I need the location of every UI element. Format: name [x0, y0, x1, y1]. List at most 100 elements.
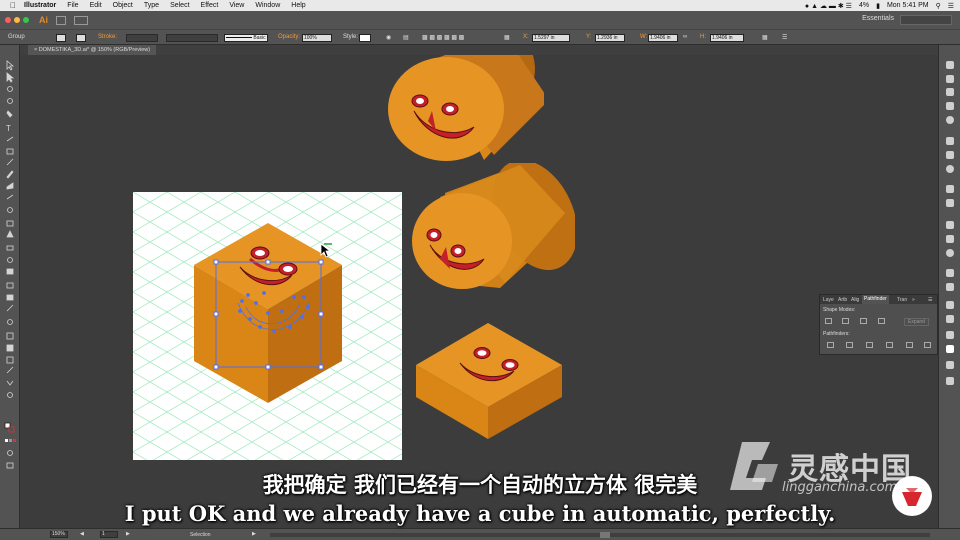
dock-icon-transparency[interactable]	[946, 199, 954, 207]
tab-pathfinder[interactable]: Pathfinder	[862, 295, 889, 304]
dock-icon-layers[interactable]	[946, 301, 954, 309]
link-proportions-icon[interactable]: ∞	[683, 34, 687, 40]
dock-icon-gradient[interactable]	[946, 185, 954, 193]
outline-button[interactable]	[906, 342, 913, 348]
stroke-label[interactable]: Stroke:	[98, 34, 117, 40]
dock-icon-character[interactable]	[946, 221, 954, 229]
minus-front-button[interactable]	[842, 318, 849, 324]
apple-icon[interactable]: 	[10, 1, 16, 10]
dock-icon-pathfinder[interactable]	[946, 345, 954, 353]
tab-layers[interactable]: Laye	[823, 297, 834, 303]
dock-icon-links[interactable]	[946, 331, 954, 339]
dock-icon-opentype[interactable]	[946, 249, 954, 257]
cylinder-middle[interactable]	[410, 163, 575, 293]
dock-icon-symbols[interactable]	[946, 102, 954, 110]
exclude-button[interactable]	[878, 318, 885, 324]
menu-clock[interactable]: Mon 5:41 PM	[887, 2, 929, 9]
bridge-icon[interactable]	[56, 15, 66, 25]
divide-button[interactable]	[827, 342, 834, 348]
menu-effect[interactable]: Effect	[201, 2, 219, 9]
x-field[interactable]: 1.5297 in	[532, 34, 570, 42]
dock-icon-transform[interactable]	[946, 283, 954, 291]
status-arrow-icon[interactable]: ▶	[252, 531, 256, 537]
opacity-label[interactable]: Opacity:	[278, 34, 300, 40]
menu-help[interactable]: Help	[291, 2, 305, 9]
brush-select[interactable]: Basic	[224, 34, 268, 42]
scrollbar-thumb[interactable]	[600, 532, 610, 538]
distribute-icons[interactable]: ▩ ▩ ▩ ▩ ▩ ▩	[422, 34, 464, 41]
workspace-switcher[interactable]: Essentials	[862, 15, 894, 22]
dock-icon-align[interactable]	[946, 269, 954, 277]
dock-icon-asset-export[interactable]	[946, 377, 954, 385]
stroke-weight-field[interactable]	[126, 34, 158, 42]
artboard-number-field[interactable]: 1	[100, 531, 118, 538]
help-search-input[interactable]	[900, 15, 952, 25]
battery-icon[interactable]: ▮	[876, 2, 880, 10]
menu-app[interactable]: Illustrator	[24, 2, 56, 9]
artboard-next-icon[interactable]: ▶	[126, 531, 130, 537]
w-label[interactable]: W:	[640, 34, 647, 40]
unite-button[interactable]	[825, 318, 832, 324]
dock-icon-paragraph[interactable]	[946, 235, 954, 243]
document-tab[interactable]: × DOMESTIKA_3D.ai* @ 150% (RGB/Preview)	[28, 45, 157, 55]
dock-icon-brushes[interactable]	[946, 88, 954, 96]
recolor-icon[interactable]: ◉	[386, 34, 391, 41]
tab-align[interactable]: Alig	[851, 297, 859, 303]
artboard-prev-icon[interactable]: ◀	[80, 531, 84, 537]
search-icon[interactable]: ⚲	[936, 2, 941, 10]
menu-window[interactable]: Window	[255, 2, 280, 9]
menu-object[interactable]: Object	[113, 2, 133, 9]
merge-button[interactable]	[866, 342, 873, 348]
minus-back-button[interactable]	[924, 342, 931, 348]
w-field[interactable]: 1.9406 in	[648, 34, 678, 42]
opacity-field[interactable]: 100%	[302, 34, 332, 42]
close-button[interactable]	[5, 17, 11, 23]
trim-button[interactable]	[846, 342, 853, 348]
h-label[interactable]: H:	[700, 34, 706, 40]
dock-icon-color[interactable]	[946, 61, 954, 69]
arrange-documents-icon[interactable]	[74, 15, 88, 25]
list-icon[interactable]: ☰	[948, 2, 954, 10]
h-field[interactable]: 1.9406 in	[710, 34, 744, 42]
dock-icon-image-trace[interactable]	[946, 361, 954, 369]
dock-icon-swatches[interactable]	[946, 75, 954, 83]
transform-icon[interactable]: ▦	[762, 34, 768, 41]
cylinder-top[interactable]	[384, 55, 544, 170]
tab-artboards[interactable]: Artb	[838, 297, 847, 303]
dock-icon-stroke[interactable]	[946, 165, 954, 173]
minimize-button[interactable]	[14, 17, 20, 23]
dock-icon-artboards[interactable]	[946, 315, 954, 323]
intersect-button[interactable]	[860, 318, 867, 324]
x-label[interactable]: X:	[523, 34, 529, 40]
y-field[interactable]: 1.2936 in	[595, 34, 625, 42]
battery-percent[interactable]: 4%	[859, 2, 869, 9]
menu-type[interactable]: Type	[144, 2, 159, 9]
cylinder-middle-face[interactable]	[412, 193, 512, 289]
menu-select[interactable]: Select	[170, 2, 189, 9]
dock-icon-appearance[interactable]	[946, 137, 954, 145]
y-label[interactable]: Y:	[586, 34, 591, 40]
zoom-button[interactable]	[23, 17, 29, 23]
fill-swatch[interactable]	[56, 34, 66, 42]
zoom-field[interactable]: 150%	[50, 531, 68, 538]
style-swatch[interactable]	[359, 34, 371, 42]
dock-icon-info[interactable]	[946, 116, 954, 124]
expand-button[interactable]: Expand	[904, 318, 929, 326]
menu-edit[interactable]: Edit	[90, 2, 102, 9]
reference-point-icon[interactable]: ▦	[504, 34, 510, 41]
crop-button[interactable]	[886, 342, 893, 348]
stroke-swatch[interactable]	[76, 34, 86, 42]
dock-icon-graphic-styles[interactable]	[946, 151, 954, 159]
menu-view[interactable]: View	[229, 2, 244, 9]
tab-transform[interactable]: Tran	[897, 297, 907, 303]
variable-width-select[interactable]	[166, 34, 218, 42]
panel-menu-icon[interactable]: ☰	[782, 34, 787, 41]
panel-expand-icon[interactable]: »	[912, 297, 915, 303]
lingganchina-logo-icon	[730, 442, 778, 490]
status-icons[interactable]: ● ▲ ☁ ▬ ✱ ☰	[805, 2, 852, 10]
flat-box[interactable]	[414, 323, 564, 441]
tool-icons[interactable]: T	[0, 45, 20, 530]
menu-file[interactable]: File	[67, 2, 78, 9]
panel-menu-icon[interactable]: ☰	[928, 297, 932, 303]
align-icon[interactable]: ▤	[403, 34, 409, 41]
